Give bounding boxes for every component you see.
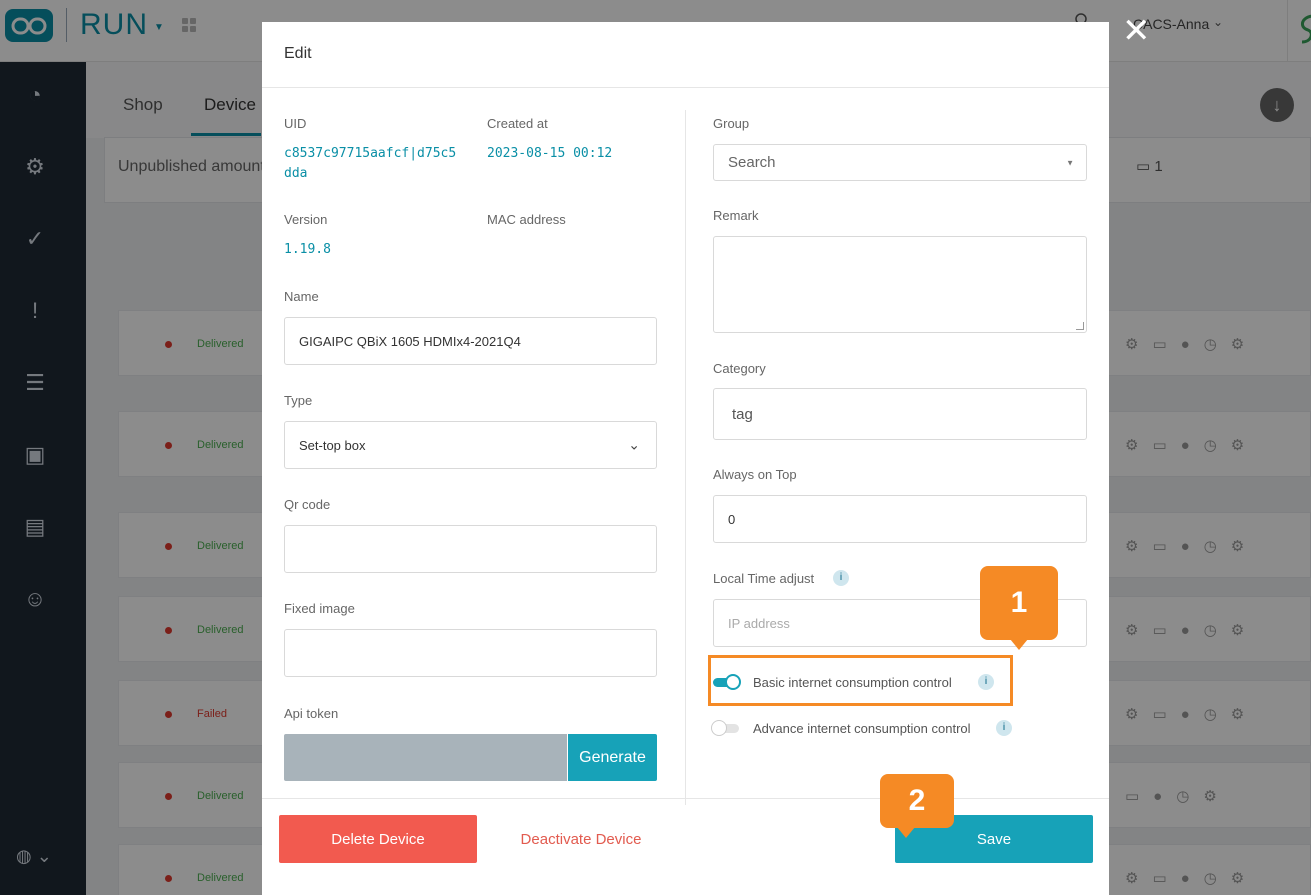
fixed-image-label: Fixed image [284,601,355,616]
local-time-info-icon[interactable]: i [833,570,849,586]
advance-internet-toggle[interactable] [711,720,741,736]
local-time-adjust-label: Local Time adjust [713,571,815,586]
category-tag-value: tag [732,405,753,423]
advance-internet-label: Advance internet consumption control [753,721,971,736]
created-at-value: 2023-08-15 00:12 [487,146,613,161]
remark-label: Remark [713,208,759,223]
advance-internet-info-icon[interactable]: i [996,720,1012,736]
uid-value-line2: dda [284,166,308,181]
close-icon[interactable]: ✕ [1122,14,1151,48]
toggle-knob [711,720,727,736]
delete-device-button[interactable]: Delete Device [279,815,477,863]
modal-header: Edit [262,22,1109,88]
generate-button[interactable]: Generate [568,734,657,781]
api-token-field [284,734,567,781]
resize-grip-icon[interactable] [1076,322,1084,330]
category-tag-field[interactable]: tag [713,388,1087,440]
deactivate-device-button[interactable]: Deactivate Device [517,815,645,863]
annotation-highlight-box [708,655,1013,706]
column-divider [685,110,686,805]
api-token-label: Api token [284,706,339,721]
mac-address-label: MAC address [487,212,566,227]
type-label: Type [284,393,313,408]
group-select[interactable]: Search ▼ [713,144,1087,181]
uid-value-line1: c8537c97715aafcf|d75c5 [284,146,457,161]
type-select[interactable]: Set-top box ⌄ [284,421,657,469]
group-select-placeholder: Search [728,154,776,171]
name-field[interactable]: GIGAIPC QBiX 1605 HDMIx4-2021Q4 [284,317,657,365]
remark-textarea[interactable] [713,236,1087,333]
fixed-image-field[interactable] [284,629,657,677]
type-select-value: Set-top box [299,437,366,453]
qr-code-field[interactable] [284,525,657,573]
edit-device-modal: Edit UID c8537c97715aafcf|d75c5 dda Crea… [262,22,1109,895]
version-value: 1.19.8 [284,242,331,257]
annotation-step-1: 1 [980,566,1058,650]
uid-label: UID [284,116,307,131]
uid-value: c8537c97715aafcf|d75c5 dda [284,144,456,184]
ip-address-placeholder: IP address [728,615,790,631]
qr-code-label: Qr code [284,497,331,512]
group-label: Group [713,116,750,131]
version-label: Version [284,212,328,227]
name-field-value: GIGAIPC QBiX 1605 HDMIx4-2021Q4 [299,333,521,349]
name-label: Name [284,289,319,304]
always-on-top-value: 0 [728,511,736,527]
chevron-down-icon: ⌄ [628,436,640,453]
caret-down-icon: ▼ [1066,158,1074,167]
created-at-label: Created at [487,116,548,131]
annotation-step-2: 2 [880,774,954,838]
always-on-top-field[interactable]: 0 [713,495,1087,543]
category-label: Category [713,361,766,376]
modal-title: Edit [284,45,312,62]
always-on-top-label: Always on Top [713,467,797,482]
